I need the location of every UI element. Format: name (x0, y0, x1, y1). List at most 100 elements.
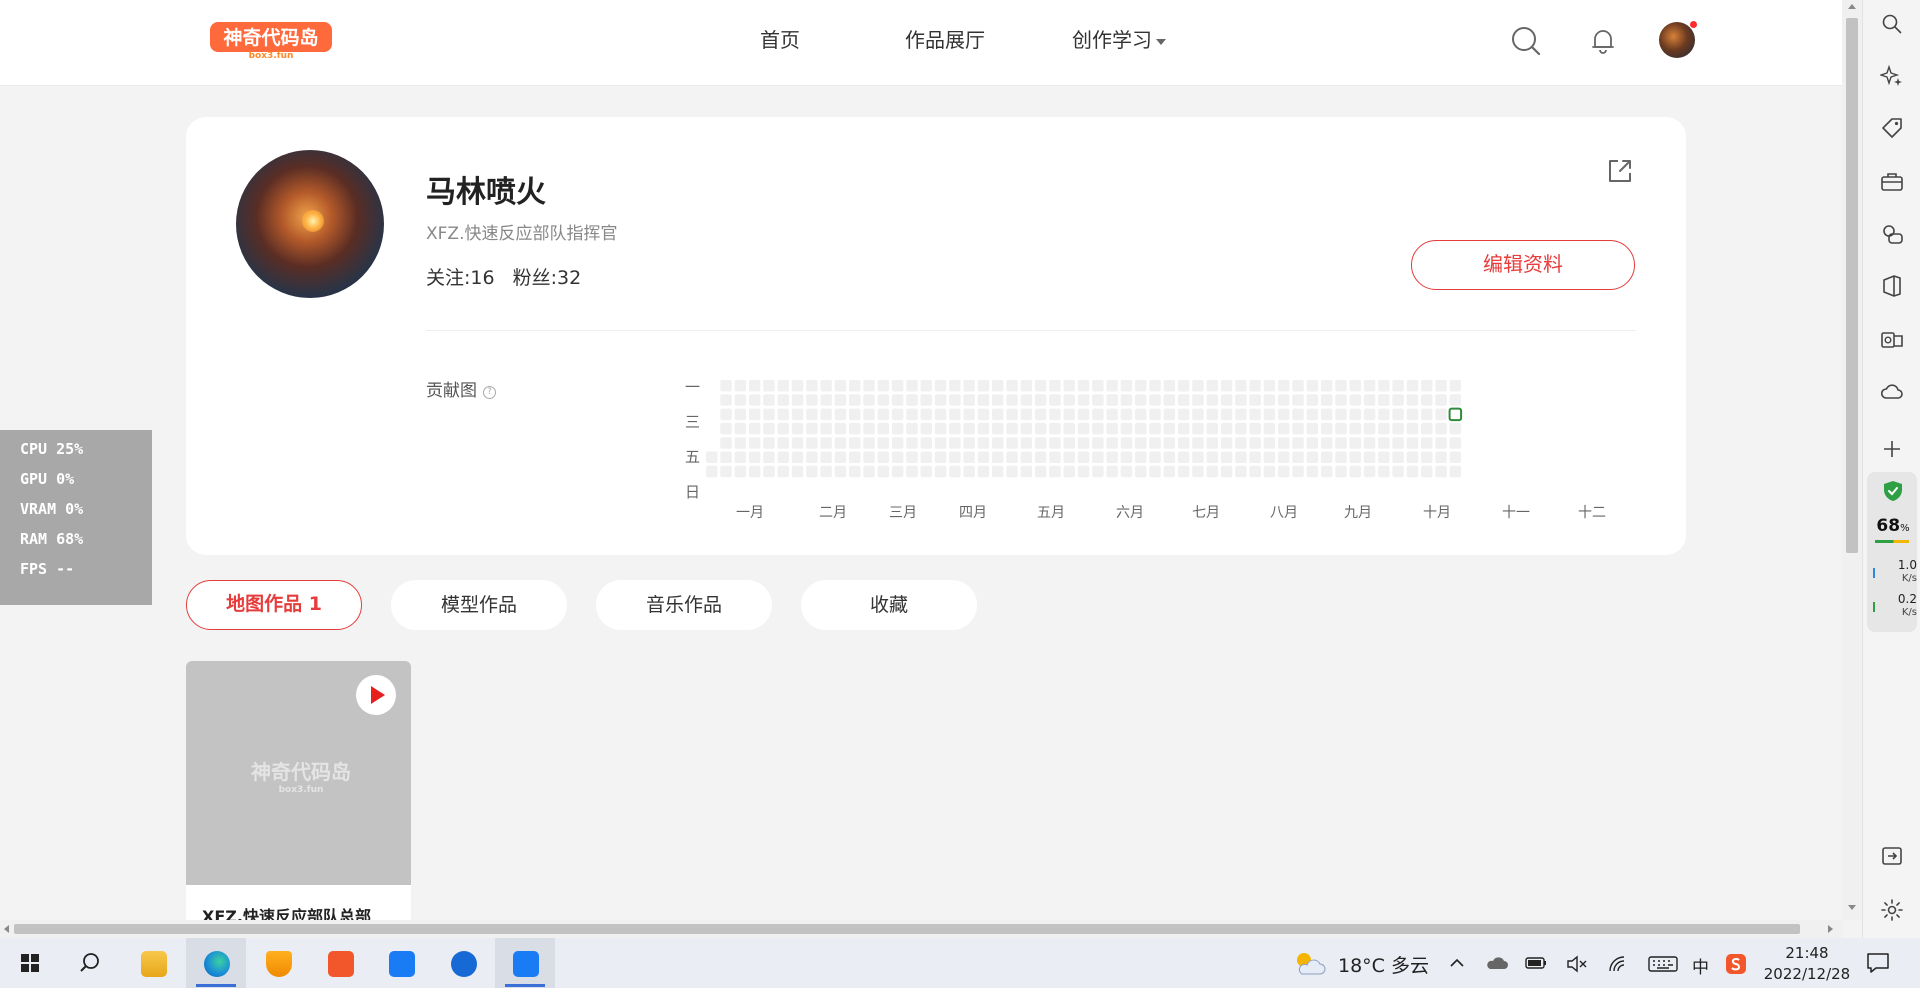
contribution-cell[interactable] (1235, 394, 1247, 406)
contribution-cell[interactable] (820, 465, 832, 478)
contribution-cell[interactable] (1363, 451, 1376, 464)
contribution-cell[interactable] (877, 408, 890, 421)
contribution-cell[interactable] (1263, 422, 1276, 435)
contribution-cell[interactable] (1049, 380, 1061, 392)
contribution-cell[interactable] (963, 408, 975, 421)
contribution-cell[interactable] (906, 394, 918, 406)
contribution-cell[interactable] (1049, 408, 1061, 421)
contribution-cell[interactable] (849, 394, 861, 406)
contribution-cell[interactable] (1363, 437, 1376, 449)
chevron-up-icon[interactable] (1449, 955, 1465, 971)
contribution-cell[interactable] (934, 451, 947, 464)
contribution-cell[interactable] (1349, 451, 1362, 464)
contribution-cell[interactable] (977, 408, 990, 421)
contribution-cell[interactable] (1378, 451, 1390, 464)
contribution-cell[interactable] (1292, 437, 1304, 449)
contribution-cell[interactable] (1249, 437, 1261, 449)
contribution-cell[interactable] (1149, 451, 1161, 464)
contribution-cell[interactable] (1378, 408, 1390, 421)
contribution-cell[interactable] (849, 380, 861, 392)
sparkle-icon[interactable] (1880, 64, 1904, 88)
contribution-cell[interactable] (906, 437, 918, 449)
contribution-cell[interactable] (1206, 422, 1219, 435)
avatar[interactable] (1659, 22, 1695, 58)
contribution-cell[interactable] (1278, 408, 1290, 421)
contribution-cell[interactable] (1006, 465, 1018, 478)
contribution-cell[interactable] (1006, 394, 1018, 406)
contribution-cell[interactable] (963, 394, 975, 406)
contribution-cell[interactable] (992, 422, 1004, 435)
contribution-cell[interactable] (820, 437, 832, 449)
bell-icon[interactable] (1588, 26, 1618, 56)
scroll-right-icon[interactable] (1828, 925, 1833, 933)
contribution-cell[interactable] (777, 465, 790, 478)
contribution-cell[interactable] (1106, 451, 1118, 464)
edit-profile-button[interactable]: 编辑资料 (1411, 240, 1635, 290)
security-panel[interactable]: 68% 1.0 K/s 0.2 K/s (1867, 472, 1917, 632)
contribution-cell[interactable] (1349, 465, 1362, 478)
contribution-cell[interactable] (1349, 408, 1362, 421)
contribution-cell[interactable] (1077, 451, 1090, 464)
contribution-cell[interactable] (820, 422, 832, 435)
contribution-cell[interactable] (806, 465, 818, 478)
contribution-cell[interactable] (777, 451, 790, 464)
contribution-cell[interactable] (734, 422, 747, 435)
contribution-cell[interactable] (1349, 437, 1362, 449)
contribution-cell[interactable] (920, 380, 933, 392)
contribution-cell[interactable] (1220, 437, 1233, 449)
contribution-cell[interactable] (1306, 408, 1319, 421)
contribution-cell[interactable] (977, 394, 990, 406)
contribution-cell[interactable] (1006, 437, 1018, 449)
contribution-cell[interactable] (1020, 451, 1033, 464)
contribution-cell[interactable] (863, 465, 875, 478)
contribution-cell[interactable] (1063, 465, 1076, 478)
wifi-icon[interactable] (1608, 955, 1630, 973)
contribution-cell[interactable] (934, 394, 947, 406)
contribution-cell[interactable] (863, 437, 875, 449)
ime-indicator[interactable]: 中 (1692, 953, 1709, 978)
windows-start-icon[interactable] (0, 938, 60, 988)
keyboard-icon[interactable] (1648, 955, 1678, 973)
contribution-cell[interactable] (1249, 380, 1261, 392)
contribution-cell[interactable] (992, 451, 1004, 464)
contribution-cell[interactable] (763, 422, 775, 435)
contribution-cell[interactable] (1163, 408, 1176, 421)
contribution-cell[interactable] (1020, 422, 1033, 435)
contribution-cell[interactable] (1149, 394, 1161, 406)
settings-icon[interactable] (1880, 898, 1904, 922)
contribution-cell[interactable] (949, 451, 961, 464)
contribution-cell[interactable] (791, 437, 804, 449)
contribution-cell[interactable] (1120, 465, 1133, 478)
work-title[interactable]: XFZ.快速反应部队总部 (202, 903, 371, 921)
contribution-cell[interactable] (734, 380, 747, 392)
contribution-cell[interactable] (1106, 422, 1118, 435)
scroll-thumb-horizontal[interactable] (14, 924, 1800, 934)
contribution-cell[interactable] (1278, 422, 1290, 435)
contribution-cell[interactable] (1163, 394, 1176, 406)
contribution-cell[interactable] (777, 422, 790, 435)
contribution-cell[interactable] (1292, 422, 1304, 435)
notification-icon[interactable] (1866, 952, 1890, 974)
contribution-cell[interactable] (1335, 465, 1347, 478)
nav-learn[interactable]: 创作学习 (1072, 24, 1166, 53)
contribution-cell[interactable] (720, 394, 732, 406)
edge-icon[interactable] (186, 938, 246, 988)
scroll-down-icon[interactable] (1848, 905, 1856, 910)
contribution-cell[interactable] (734, 437, 747, 449)
contribution-cell[interactable] (949, 380, 961, 392)
contribution-cell[interactable] (1163, 422, 1176, 435)
contribution-cell[interactable] (1421, 437, 1433, 449)
contribution-cell[interactable] (806, 380, 818, 392)
contribution-cell[interactable] (1063, 451, 1076, 464)
contribution-cell[interactable] (1163, 437, 1176, 449)
contribution-cell[interactable] (1149, 408, 1161, 421)
contribution-cell[interactable] (1135, 465, 1147, 478)
contribution-cell[interactable] (1177, 422, 1190, 435)
contribution-cell[interactable] (1263, 380, 1276, 392)
contribution-cell[interactable] (1192, 437, 1204, 449)
contribution-cell[interactable] (934, 422, 947, 435)
outlook-icon[interactable] (1880, 328, 1904, 352)
contribution-cell[interactable] (1335, 394, 1347, 406)
contribution-cell[interactable] (1435, 437, 1447, 449)
contribution-cell[interactable] (734, 465, 747, 478)
